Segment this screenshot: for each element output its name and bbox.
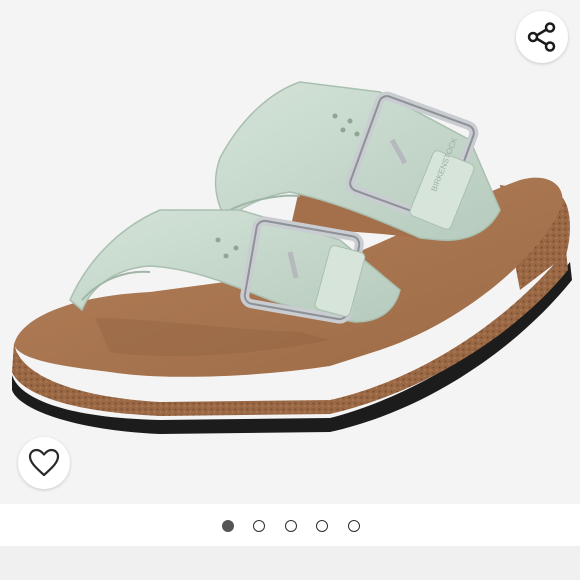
wishlist-button[interactable]: heart-outline-icon — [18, 437, 70, 489]
product-image-sandal[interactable]: BIRKENSTOCK — [0, 0, 580, 504]
section-divider — [0, 546, 580, 580]
heart-outline-icon — [28, 448, 60, 477]
share-button[interactable]: share-icon — [516, 11, 568, 63]
product-image-viewer[interactable]: BIRKENSTOCK share-icon — [0, 0, 580, 504]
pagination-dot-3[interactable] — [285, 520, 297, 532]
pagination-dot-5[interactable] — [348, 520, 360, 532]
pagination-dot-4[interactable] — [316, 520, 328, 532]
image-pagination-dots — [0, 504, 580, 544]
pagination-dot-1[interactable] — [222, 520, 234, 532]
pagination-dot-2[interactable] — [253, 520, 265, 532]
share-icon — [527, 22, 556, 52]
